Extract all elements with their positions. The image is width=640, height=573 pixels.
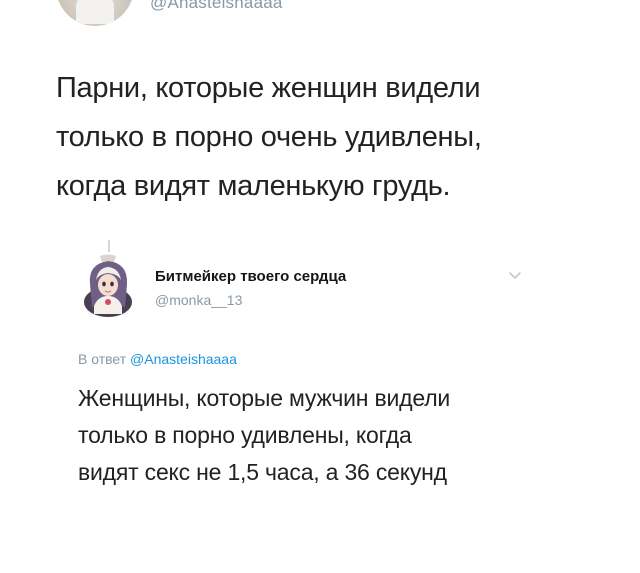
reply-to-context: В ответ @Anasteishaaaa: [78, 351, 237, 367]
user-avatar[interactable]: [56, 0, 134, 26]
original-tweet-text: Парни, которые женщин видели только в по…: [56, 64, 596, 211]
tweet-text-line: только в порно удивлены, когда: [78, 422, 412, 448]
tweet-text-line: когда видят маленькую грудь.: [56, 170, 451, 202]
chevron-down-icon[interactable]: [508, 270, 522, 282]
reply-to-mention[interactable]: @Anasteishaaaa: [130, 351, 237, 367]
anime-avatar-icon[interactable]: [78, 254, 140, 318]
original-handle[interactable]: @Anasteishaaaa: [150, 0, 283, 13]
tweet-text-line: только в порно очень удивлены,: [56, 121, 482, 153]
thread-connector: [108, 240, 110, 252]
reply-tweet-text: Женщины, которые мужчин видели только в …: [78, 380, 598, 491]
tweet-text-line: Женщины, которые мужчин видели: [78, 385, 451, 411]
reply-to-prefix: В ответ: [78, 351, 127, 367]
author-handle[interactable]: @monka__13: [155, 292, 242, 308]
avatar-collar: [76, 0, 114, 24]
original-tweet: @Anasteishaaaa Парни, которые женщин вид…: [0, 0, 640, 240]
tweet-text-line: Парни, которые женщин видели: [56, 72, 481, 104]
author-name[interactable]: Битмейкер твоего сердца: [155, 268, 346, 285]
tweet-text-line: видят секс не 1,5 часа, а 36 секунд: [78, 459, 447, 485]
reply-tweet: Битмейкер твоего сердца @monka__13 В отв…: [0, 240, 640, 573]
